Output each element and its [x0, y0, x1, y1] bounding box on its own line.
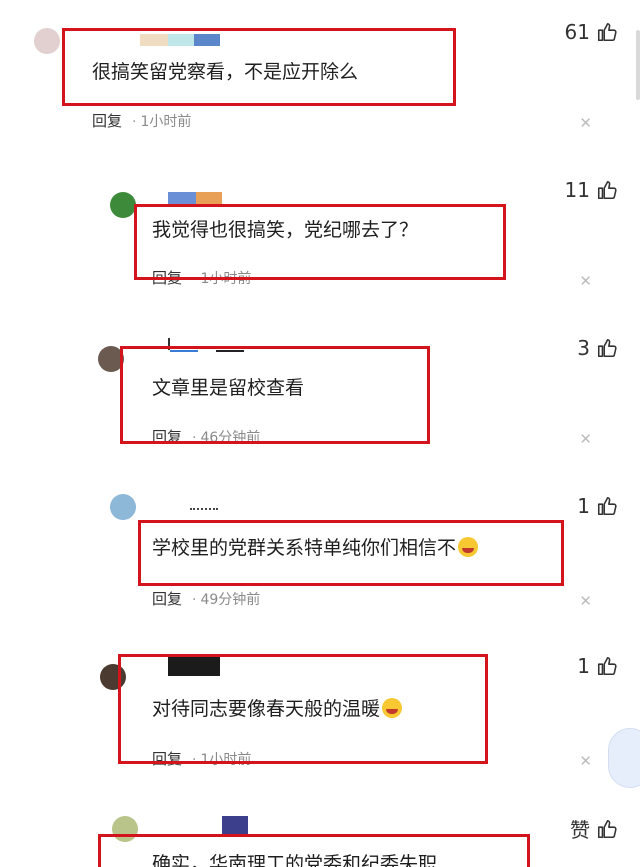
like-label: 赞	[570, 818, 590, 842]
like-button[interactable]: 1	[577, 494, 618, 518]
username-blurred[interactable]	[222, 816, 248, 834]
highlight-box	[98, 834, 530, 867]
comment-time: 49分钟前	[200, 592, 261, 608]
comment-thread: 61 很搞笑留党察看，不是应开除么 回复 · 1小时前 ✕ 11 我觉得也很搞笑，党…	[0, 0, 640, 867]
avatar[interactable]	[110, 494, 136, 520]
comment-meta: 回复 · 49分钟前	[152, 588, 260, 609]
thumbs-up-icon	[597, 22, 617, 42]
highlight-box	[138, 520, 564, 586]
separator-dot: ·	[192, 592, 197, 608]
close-icon[interactable]: ✕	[579, 272, 592, 290]
close-icon[interactable]: ✕	[579, 592, 592, 610]
avatar[interactable]	[110, 192, 136, 218]
like-button[interactable]: 3	[577, 336, 618, 360]
thumbs-up-icon	[597, 338, 617, 358]
username-blurred[interactable]	[168, 192, 222, 204]
like-count: 1	[577, 654, 590, 678]
thumbs-up-icon	[597, 496, 617, 516]
thumbs-up-icon	[597, 819, 617, 838]
comment-meta: 回复 · 1小时前	[92, 110, 191, 131]
reply-button[interactable]: 回复	[152, 590, 182, 608]
username-blurred[interactable]	[190, 508, 218, 520]
highlight-box	[62, 28, 456, 106]
like-count: 61	[564, 20, 590, 44]
like-button[interactable]: 1	[577, 654, 618, 678]
like-button[interactable]: 61	[565, 20, 618, 44]
separator-dot: ·	[132, 114, 137, 130]
comment-time: 1小时前	[140, 114, 192, 130]
highlight-box	[120, 346, 430, 444]
close-icon[interactable]: ✕	[579, 752, 592, 770]
avatar[interactable]	[34, 28, 60, 54]
like-count: 11	[564, 178, 590, 202]
like-button[interactable]: 赞	[570, 814, 618, 843]
highlight-box	[118, 654, 488, 764]
scrollbar[interactable]	[636, 30, 640, 100]
thumbs-up-icon	[597, 656, 617, 676]
close-icon[interactable]: ✕	[579, 430, 592, 448]
like-count: 3	[577, 336, 590, 360]
floating-side-tab[interactable]	[608, 728, 640, 788]
thumbs-up-icon	[597, 180, 617, 200]
like-count: 1	[577, 494, 590, 518]
close-icon[interactable]: ✕	[579, 114, 592, 132]
highlight-box	[134, 204, 506, 280]
reply-button[interactable]: 回复	[92, 112, 122, 130]
like-button[interactable]: 11	[565, 178, 618, 202]
